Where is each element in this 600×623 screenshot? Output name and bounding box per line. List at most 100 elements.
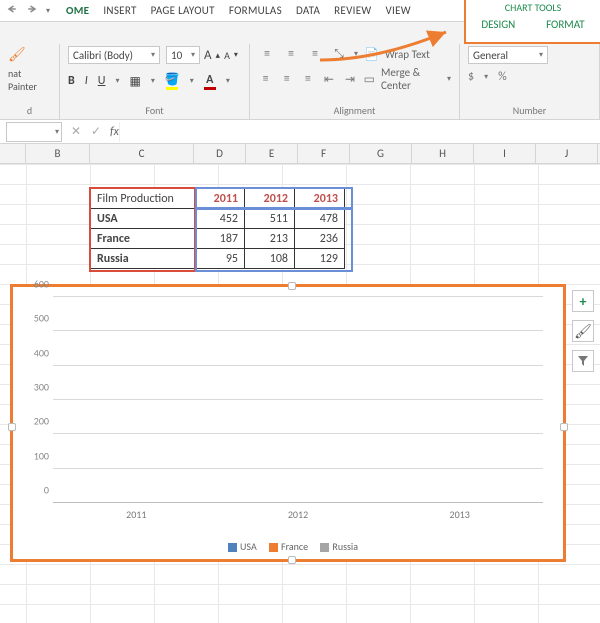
chart-styles-button[interactable]: 🖌 <box>572 320 594 342</box>
legend-entry: France <box>281 540 308 553</box>
x-tick-label: 2013 <box>450 508 470 521</box>
col-header[interactable]: B <box>26 144 90 163</box>
table-year-cell[interactable]: 2012 <box>245 189 295 209</box>
tab-review[interactable]: REVIEW <box>334 4 371 17</box>
tab-insert[interactable]: INSERT <box>103 4 136 17</box>
col-header[interactable]: C <box>90 144 194 163</box>
chevron-down-icon: ▾ <box>191 50 195 60</box>
number-format-value: General <box>473 49 508 62</box>
currency-button[interactable]: $ <box>468 70 474 84</box>
chart-elements-button[interactable]: + <box>572 290 594 312</box>
italic-button[interactable]: I <box>85 74 88 88</box>
indent-increase-button[interactable]: ⇥ <box>343 71 358 87</box>
x-tick-label: 2011 <box>126 508 146 521</box>
legend-entry: USA <box>240 540 257 553</box>
table-value-cell[interactable]: 213 <box>245 229 295 249</box>
font-group-label: Font <box>68 104 241 119</box>
number-format-combo[interactable]: General ▾ <box>468 46 548 64</box>
table-value-cell[interactable]: 236 <box>295 229 345 249</box>
tab-view[interactable]: VIEW <box>385 4 410 17</box>
chart-object[interactable]: 0 100 200 300 400 500 600 2011 2012 <box>10 284 566 562</box>
font-size-value: 10 <box>171 49 182 62</box>
data-table: Film Production 2011 2012 2013 USA 452 5… <box>90 188 345 269</box>
col-header[interactable]: J <box>536 144 598 163</box>
border-button[interactable]: ▦ <box>129 74 140 89</box>
col-header[interactable]: D <box>194 144 246 163</box>
format-painter-label: nat Painter <box>8 67 51 93</box>
table-country-cell[interactable]: France <box>91 229 195 249</box>
name-box[interactable]: ▾ <box>6 122 62 142</box>
chart-filters-button[interactable] <box>572 350 594 372</box>
number-group-label: Number <box>468 104 591 119</box>
table-value-cell[interactable]: 511 <box>245 209 295 229</box>
table-value-cell[interactable]: 452 <box>195 209 245 229</box>
tab-data[interactable]: DATA <box>296 4 320 17</box>
y-tick-label: 0 <box>23 484 49 497</box>
col-header[interactable]: G <box>350 144 412 163</box>
funnel-icon <box>577 355 589 367</box>
tab-format[interactable]: FORMAT <box>546 18 584 31</box>
bold-button[interactable]: B <box>68 74 75 88</box>
font-size-combo[interactable]: 10 ▾ <box>166 46 200 64</box>
percent-button[interactable]: % <box>498 70 507 84</box>
x-tick-label: 2012 <box>288 508 308 521</box>
font-name-value: Calibri (Body) <box>73 49 133 62</box>
table-value-cell[interactable]: 478 <box>295 209 345 229</box>
redo-icon[interactable] <box>26 3 38 19</box>
tab-home[interactable]: OME <box>66 4 89 17</box>
align-right-button[interactable]: ≡ <box>300 71 315 87</box>
table-value-cell[interactable]: 129 <box>295 249 345 269</box>
col-header[interactable]: F <box>298 144 350 163</box>
align-left-button[interactable]: ≡ <box>258 71 273 87</box>
chart-tools-context: CHART TOOLS DESIGN FORMAT <box>464 0 600 44</box>
table-country-cell[interactable]: USA <box>91 209 195 229</box>
shrink-font-button[interactable]: A <box>224 49 230 62</box>
select-all-corner[interactable] <box>0 144 26 163</box>
undo-icon[interactable] <box>6 3 18 19</box>
fill-color-button[interactable]: 🪣 <box>165 72 180 90</box>
y-tick-label: 600 <box>23 278 49 291</box>
table-year-cell[interactable]: 2013 <box>295 189 345 209</box>
qa-dropdown-icon[interactable]: ▾ <box>46 6 50 16</box>
tab-design[interactable]: DESIGN <box>481 18 515 31</box>
font-color-button[interactable]: A <box>204 73 216 90</box>
indent-decrease-button[interactable]: ⇤ <box>321 71 336 87</box>
table-value-cell[interactable]: 187 <box>195 229 245 249</box>
table-value-cell[interactable]: 95 <box>195 249 245 269</box>
col-header[interactable]: I <box>474 144 536 163</box>
wrap-text-icon[interactable]: 📄 <box>364 47 379 62</box>
merge-icon[interactable]: ▭ <box>364 72 375 87</box>
table-country-cell[interactable]: Russia <box>91 249 195 269</box>
col-header[interactable]: H <box>412 144 474 163</box>
align-top-button[interactable]: ≡ <box>258 46 276 62</box>
align-center-button[interactable]: ≡ <box>279 71 294 87</box>
plot-area[interactable]: 0 100 200 300 400 500 600 2011 2012 <box>53 297 543 503</box>
orientation-button[interactable]: ⤡ <box>330 46 348 62</box>
clipboard-group-label: d <box>8 104 51 119</box>
underline-button[interactable]: U <box>98 74 106 88</box>
worksheet-grid[interactable]: Film Production 2011 2012 2013 USA 452 5… <box>0 164 600 623</box>
table-title-cell[interactable]: Film Production <box>91 189 195 209</box>
fx-button[interactable]: fx <box>106 125 119 139</box>
align-bottom-button[interactable]: ≡ <box>306 46 324 62</box>
font-name-combo[interactable]: Calibri (Body) ▾ <box>68 46 160 64</box>
chart-legend[interactable]: USA France Russia <box>13 536 563 553</box>
y-tick-label: 300 <box>23 381 49 394</box>
align-middle-button[interactable]: ≡ <box>282 46 300 62</box>
wrap-text-label: Wrap Text <box>385 48 430 61</box>
context-title: CHART TOOLS <box>466 0 600 14</box>
format-painter-icon[interactable]: 🖌 <box>8 46 51 63</box>
cancel-button[interactable]: ✕ <box>66 124 86 139</box>
tab-formulas[interactable]: FORMULAS <box>229 4 282 17</box>
enter-button[interactable]: ✓ <box>86 124 106 139</box>
table-value-cell[interactable]: 108 <box>245 249 295 269</box>
grow-font-button[interactable]: A <box>204 48 212 63</box>
alignment-group-label: Alignment <box>258 104 451 119</box>
merge-center-label: Merge & Center <box>381 66 441 92</box>
table-year-cell[interactable]: 2011 <box>195 189 245 209</box>
formula-input[interactable] <box>119 122 600 142</box>
tab-page-layout[interactable]: PAGE LAYOUT <box>151 4 215 17</box>
y-tick-label: 400 <box>23 346 49 359</box>
col-header[interactable]: E <box>246 144 298 163</box>
y-tick-label: 100 <box>23 449 49 462</box>
